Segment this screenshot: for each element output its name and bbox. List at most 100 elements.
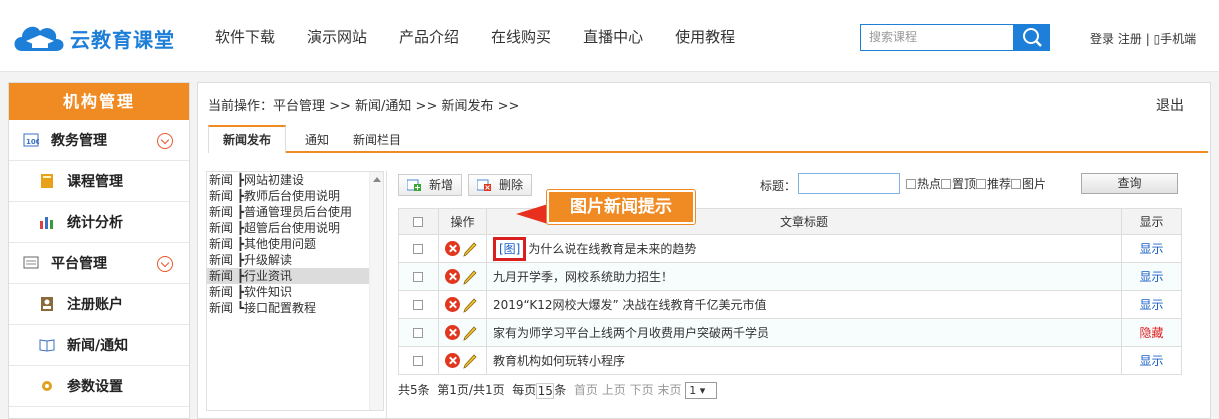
header-op: 操作: [438, 208, 487, 235]
row-check-cell: [398, 290, 439, 319]
nav-buy[interactable]: 在线购买: [491, 26, 551, 47]
row-title-text[interactable]: 2019“K12网校大爆发” 决战在线教育千亿美元市值: [493, 298, 767, 312]
row-title[interactable]: 家有为师学习平台上线两个月收费用户突破两千学员: [486, 318, 1122, 347]
page-select-value: 1: [689, 384, 697, 397]
row-title[interactable]: 教育机构如何玩转小程序: [486, 346, 1122, 375]
account-icon: [41, 297, 53, 311]
image-checkbox[interactable]: [1011, 179, 1022, 189]
tree-item[interactable]: 新闻 ┣教师后台使用说明: [207, 188, 383, 204]
row-title-text[interactable]: 教育机构如何玩转小程序: [493, 354, 625, 368]
register-link[interactable]: 注册: [1118, 32, 1142, 46]
chevron-down-icon[interactable]: [157, 256, 173, 272]
delete-button[interactable]: 删除: [468, 174, 533, 196]
delete-icon[interactable]: [445, 297, 460, 312]
tree-item[interactable]: 新闻 ┣普通管理员后台使用: [207, 204, 383, 220]
sidebar-item-settings[interactable]: 参数设置: [9, 366, 189, 407]
query-button[interactable]: 查询: [1081, 173, 1178, 194]
row-status-cell: 显示: [1121, 346, 1182, 375]
row-checkbox[interactable]: [413, 271, 423, 282]
row-title-text[interactable]: 九月开学季，网校系统助力招生！: [493, 270, 673, 284]
sidebar-item-accounts[interactable]: 注册账户: [9, 284, 189, 325]
delete-icon[interactable]: [445, 353, 460, 368]
top-checkbox[interactable]: [941, 179, 952, 189]
sidebar-item-platform[interactable]: 平台管理: [9, 243, 189, 284]
hot-checkbox[interactable]: [906, 179, 916, 189]
first-page-link[interactable]: 首页: [574, 383, 598, 397]
row-checkbox[interactable]: [413, 355, 423, 366]
logo[interactable]: 云教育课堂: [10, 18, 175, 58]
pencil-edit-icon[interactable]: [463, 269, 477, 285]
pencil-edit-icon[interactable]: [463, 353, 477, 369]
login-link[interactable]: 登录: [1090, 32, 1114, 46]
row-title[interactable]: 九月开学季，网校系统助力招生！: [486, 262, 1122, 291]
delete-icon[interactable]: [445, 325, 460, 340]
per-page-input[interactable]: 15: [536, 382, 555, 399]
mobile-link[interactable]: 手机端: [1160, 32, 1196, 46]
tree-item[interactable]: 新闻 ┣网站初建设: [207, 172, 383, 188]
status-toggle[interactable]: 隐藏: [1139, 326, 1163, 340]
sidebar-item-news[interactable]: 新闻/通知: [9, 325, 189, 366]
last-page-link[interactable]: 末页: [657, 383, 681, 397]
tree-item[interactable]: 新闻 ┣超管后台使用说明: [207, 220, 383, 236]
tree-item[interactable]: 新闻 ┣其他使用问题: [207, 236, 383, 252]
sidebar-item-label: 参数设置: [67, 379, 123, 395]
search-button[interactable]: [1014, 24, 1050, 51]
tab-news-category[interactable]: 新闻栏目: [353, 127, 401, 153]
top-label: 置顶: [952, 177, 977, 191]
scroll-up-icon[interactable]: [373, 177, 381, 182]
nav-tutorial[interactable]: 使用教程: [675, 26, 735, 47]
row-checkbox[interactable]: [413, 299, 423, 310]
logo-text: 云教育课堂: [70, 27, 175, 52]
tab-news-publish[interactable]: 新闻发布: [208, 125, 287, 153]
sidebar-item-stats[interactable]: 统计分析: [9, 202, 189, 243]
search-input[interactable]: 搜索课程: [860, 24, 1014, 51]
row-checkbox[interactable]: [413, 243, 423, 254]
row-title-text[interactable]: 为什么说在线教育是未来的趋势: [528, 242, 696, 256]
row-checkbox[interactable]: [413, 327, 423, 338]
sidebar: 机构管理 100 教务管理 课程管理 统计分析 平台管理 注册账户 新闻/通知 …: [8, 82, 190, 419]
page-select[interactable]: 1 ▾: [685, 382, 718, 399]
tree-item-selected[interactable]: 新闻 ┣行业资讯: [207, 268, 383, 284]
row-title[interactable]: [图] 为什么说在线教育是未来的趋势: [486, 234, 1122, 263]
tree-item[interactable]: 新闻 ┣升级解读: [207, 252, 383, 268]
pencil-edit-icon[interactable]: [463, 241, 477, 257]
status-toggle[interactable]: 显示: [1139, 354, 1163, 368]
status-toggle[interactable]: 显示: [1139, 298, 1163, 312]
tree-item[interactable]: 新闻 ┗接口配置教程: [207, 300, 383, 316]
sidebar-item-courses[interactable]: 课程管理: [9, 161, 189, 202]
table-row: 教育机构如何玩转小程序 显示: [398, 346, 1182, 375]
row-title[interactable]: 2019“K12网校大爆发” 决战在线教育千亿美元市值: [486, 290, 1122, 319]
prev-page-link[interactable]: 上页: [602, 383, 626, 397]
select-all-checkbox[interactable]: [413, 216, 423, 227]
pencil-edit-icon[interactable]: [463, 297, 477, 313]
status-toggle[interactable]: 显示: [1139, 270, 1163, 284]
pencil-edit-icon[interactable]: [463, 325, 477, 341]
news-table: 操作 文章标题 显示 [图] 为什么说在线教育是未来的趋势 显示 九月开学季，网校…: [398, 208, 1182, 375]
delete-icon[interactable]: [445, 269, 460, 284]
status-toggle[interactable]: 显示: [1139, 242, 1163, 256]
row-check-cell: [398, 234, 439, 263]
category-tree[interactable]: 新闻 ┣网站初建设 新闻 ┣教师后台使用说明 新闻 ┣普通管理员后台使用 新闻 …: [206, 171, 384, 411]
tree-scrollbar[interactable]: [369, 172, 383, 410]
row-title-text[interactable]: 家有为师学习平台上线两个月收费用户突破两千学员: [493, 326, 769, 340]
recommend-checkbox[interactable]: [976, 179, 987, 189]
total-count: 共5条: [398, 383, 430, 397]
image-news-callout: 图片新闻提示: [547, 190, 695, 224]
chevron-down-icon[interactable]: [157, 133, 173, 149]
row-status-cell: 隐藏: [1121, 318, 1182, 347]
next-page-link[interactable]: 下页: [630, 383, 654, 397]
delete-icon[interactable]: [445, 241, 460, 256]
nav-live[interactable]: 直播中心: [583, 26, 643, 47]
nav-demo[interactable]: 演示网站: [307, 26, 367, 47]
tab-bar: 新闻发布 通知 新闻栏目: [208, 125, 1208, 153]
tree-item[interactable]: 新闻 ┣软件知识: [207, 284, 383, 300]
add-label: 新增: [429, 178, 454, 192]
tab-notice[interactable]: 通知: [305, 127, 329, 153]
sidebar-item-academic[interactable]: 100 教务管理: [9, 120, 189, 161]
nav-products[interactable]: 产品介绍: [399, 26, 459, 47]
logout-link[interactable]: 退出: [1156, 95, 1184, 115]
add-button[interactable]: 新增: [398, 174, 463, 196]
title-search-input[interactable]: [798, 173, 900, 194]
row-actions: [438, 318, 487, 347]
nav-download[interactable]: 软件下载: [215, 26, 275, 47]
